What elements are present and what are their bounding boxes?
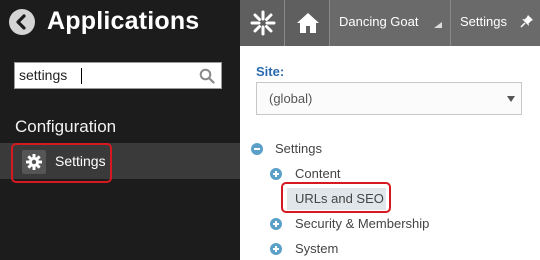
panel-title: Applications <box>47 7 200 35</box>
tree-node-content[interactable]: Content <box>295 166 341 181</box>
current-app-tab[interactable]: Settings <box>451 0 540 46</box>
logo-button[interactable] <box>240 0 285 46</box>
site-select[interactable]: (global) <box>256 82 522 115</box>
annotation-highlight <box>281 182 391 213</box>
caret-down-icon <box>434 22 442 28</box>
top-bar: Dancing Goat Settings <box>240 0 540 46</box>
section-heading: Configuration <box>15 117 117 136</box>
collapse-icon[interactable] <box>251 143 263 155</box>
expand-icon[interactable] <box>270 168 282 180</box>
search-field[interactable] <box>14 62 222 89</box>
annotation-highlight <box>11 143 112 183</box>
select-arrow-icon <box>507 96 515 102</box>
search-input[interactable] <box>19 63 197 88</box>
search-icon[interactable] <box>199 68 215 84</box>
site-label: Site: <box>256 64 285 79</box>
applications-header: Applications <box>0 0 240 46</box>
home-icon <box>297 13 319 33</box>
back-button[interactable] <box>9 9 35 35</box>
site-selector[interactable]: Dancing Goat <box>330 0 451 46</box>
tree-node-security-membership[interactable]: Security & Membership <box>295 216 429 231</box>
current-app-label: Settings <box>460 14 507 29</box>
site-select-value: (global) <box>269 91 313 106</box>
expand-icon[interactable] <box>270 218 282 230</box>
chevron-left-icon <box>16 14 26 30</box>
expand-icon[interactable] <box>270 243 282 255</box>
home-button[interactable] <box>285 0 330 46</box>
site-name: Dancing Goat <box>339 14 419 29</box>
text-cursor <box>81 68 82 84</box>
pin-icon[interactable] <box>520 14 534 28</box>
kentico-logo-icon <box>250 10 276 36</box>
tree-node-settings[interactable]: Settings <box>275 141 322 156</box>
applications-panel: Applications Configuration Se <box>0 0 240 260</box>
tree-node-system[interactable]: System <box>295 241 338 256</box>
